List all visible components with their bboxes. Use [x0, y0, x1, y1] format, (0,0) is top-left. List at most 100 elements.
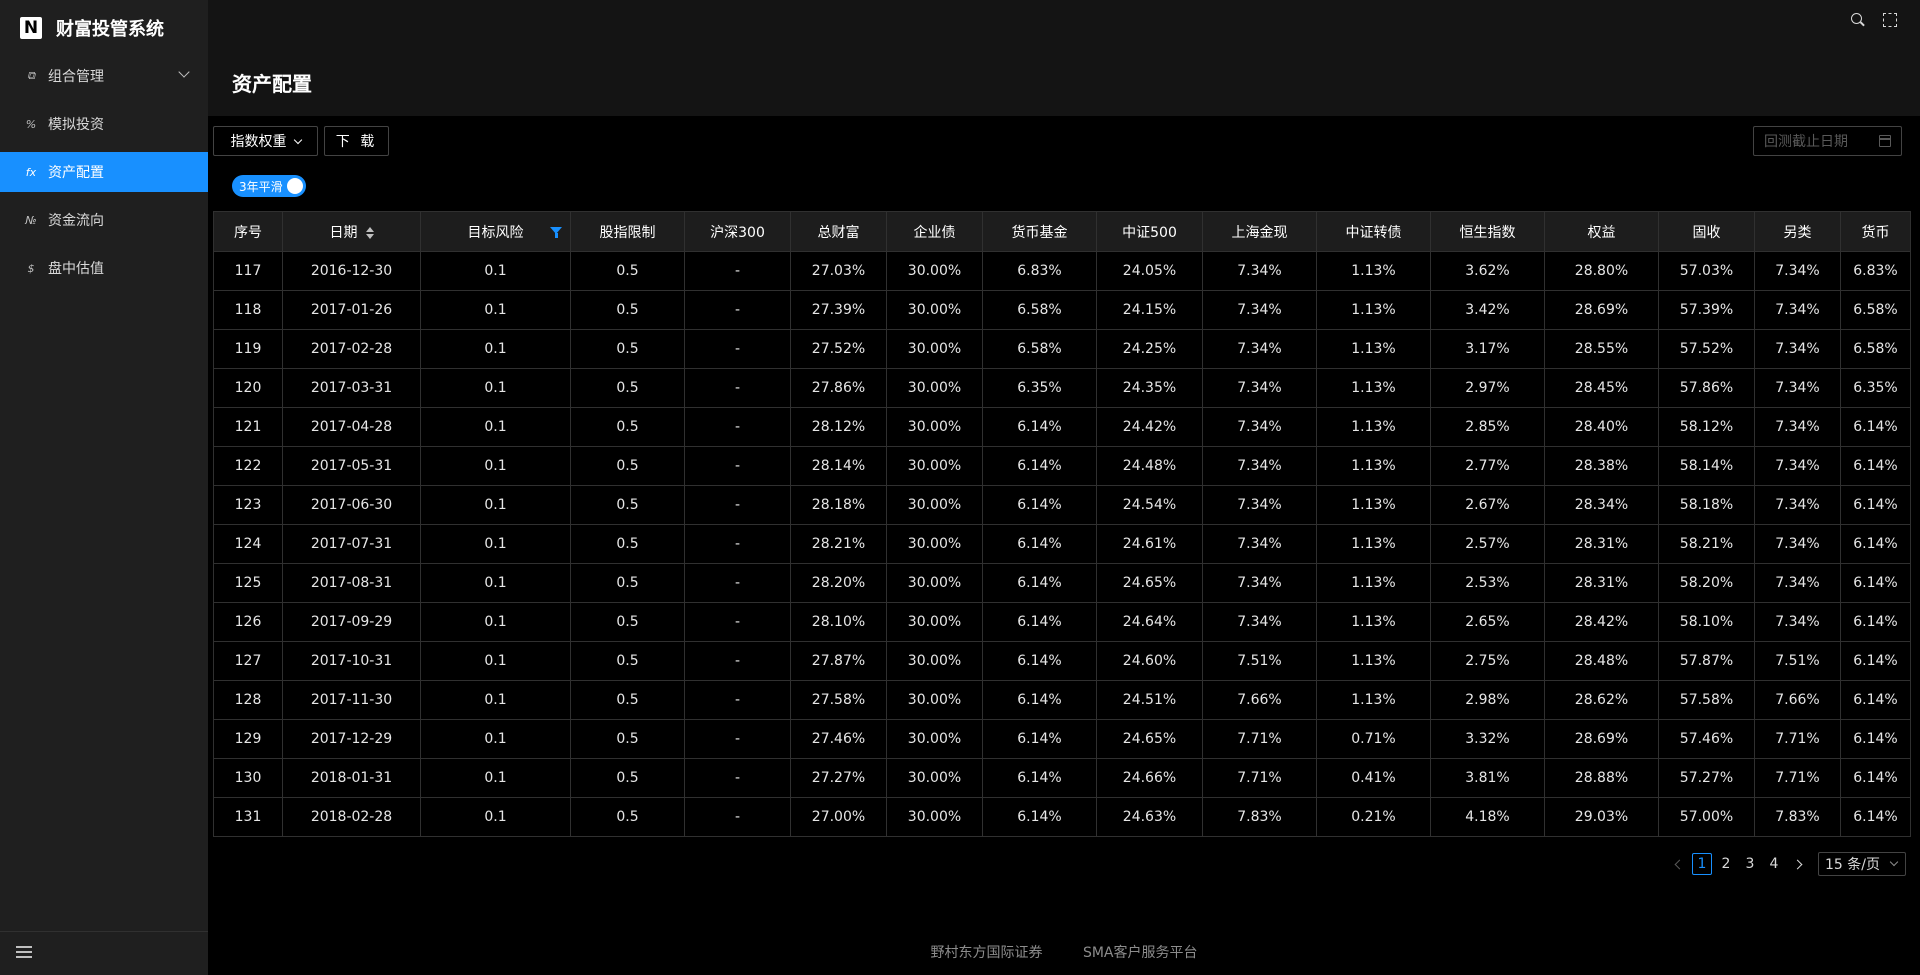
- table-cell: 0.5: [570, 719, 685, 759]
- calendar-icon: [1879, 135, 1891, 147]
- table-cell: 7.66%: [1754, 680, 1841, 720]
- page-size-select[interactable]: 15 条/页: [1818, 852, 1906, 876]
- smooth-3y-toggle[interactable]: 3年平滑: [232, 175, 306, 197]
- table-cell: 7.34%: [1754, 524, 1841, 564]
- table-cell: 24.25%: [1096, 329, 1203, 369]
- table-cell: 30.00%: [886, 524, 983, 564]
- brand: N 财富投管系统: [0, 0, 208, 56]
- index-weight-dropdown[interactable]: 指数权重: [213, 126, 318, 156]
- table-cell: 7.34%: [1202, 485, 1317, 525]
- page-number[interactable]: 1: [1692, 853, 1712, 875]
- page-number[interactable]: 4: [1764, 853, 1784, 875]
- table-cell: 7.34%: [1754, 329, 1841, 369]
- column-header[interactable]: 日期: [282, 211, 421, 252]
- table-cell: 0.1: [420, 485, 571, 525]
- table-cell: 2016-12-30: [282, 251, 421, 291]
- sidebar-item-2[interactable]: fx 资产配置: [0, 152, 208, 192]
- table-cell: 7.34%: [1754, 563, 1841, 603]
- toggle-label: 3年平滑: [239, 179, 283, 194]
- filter-icon[interactable]: [550, 227, 562, 238]
- table-row: 124 2017-07-31 0.1 0.5-28.21% 30.00% 6.14% 24.…: [213, 524, 1911, 564]
- table-row: 120 2017-03-31 0.1 0.5-27.86% 30.00% 6.35% 24.…: [213, 368, 1911, 408]
- table-cell: 122: [213, 446, 283, 486]
- chevron-down-icon: [178, 66, 190, 78]
- sidebar-item-label: 模拟投资: [48, 117, 104, 133]
- table-cell: 28.12%: [790, 407, 887, 447]
- date-placeholder: 回测截止日期: [1764, 134, 1848, 150]
- table-cell: 30.00%: [886, 329, 983, 369]
- download-button[interactable]: 下 载: [324, 126, 389, 156]
- table-cell: 0.5: [570, 563, 685, 603]
- table-cell: 30.00%: [886, 251, 983, 291]
- table-cell: 2017-06-30: [282, 485, 421, 525]
- table-cell: 7.66%: [1202, 680, 1317, 720]
- menu-fold-icon[interactable]: [16, 946, 32, 960]
- table-cell: 0.1: [420, 407, 571, 447]
- table-cell: 7.34%: [1202, 407, 1317, 447]
- table-cell: 129: [213, 719, 283, 759]
- column-header: 序号: [213, 211, 283, 252]
- table-cell: 24.66%: [1096, 758, 1203, 798]
- table-cell: 27.39%: [790, 290, 887, 330]
- column-header: 上海金现: [1202, 211, 1317, 252]
- sidebar-item-label: 盘中估值: [48, 261, 104, 277]
- sidebar-item-4[interactable]: $ 盘中估值: [0, 248, 208, 288]
- table-cell: 6.14%: [1840, 524, 1911, 564]
- table-cell: 6.58%: [982, 290, 1097, 330]
- table-cell: 0.1: [420, 368, 571, 408]
- table-row: 129 2017-12-29 0.1 0.5-27.46% 30.00% 6.14% 24.…: [213, 719, 1911, 759]
- sidebar-item-1[interactable]: % 模拟投资: [0, 104, 208, 144]
- sidebar: N 财富投管系统 ⧉ 组合管理 % 模拟投资 fx 资产配置 № 资金流向 $ 盘中估值: [0, 0, 208, 975]
- table-cell: 6.14%: [1840, 563, 1911, 603]
- table-cell: 57.86%: [1658, 368, 1755, 408]
- table-cell: 28.42%: [1544, 602, 1659, 642]
- table-cell: 118: [213, 290, 283, 330]
- page-size-value: 15 条/页: [1825, 857, 1880, 873]
- table-cell: 2.75%: [1430, 641, 1545, 681]
- fullscreen-icon[interactable]: [1882, 12, 1898, 28]
- table-cell: 7.34%: [1754, 485, 1841, 525]
- table-cell: 30.00%: [886, 290, 983, 330]
- table-cell: 24.65%: [1096, 563, 1203, 603]
- table-cell: 7.34%: [1202, 329, 1317, 369]
- table-cell: 30.00%: [886, 563, 983, 603]
- table-cell: 6.14%: [982, 446, 1097, 486]
- table-cell: 7.71%: [1202, 719, 1317, 759]
- page-number[interactable]: 2: [1716, 853, 1736, 875]
- table-cell: 2.98%: [1430, 680, 1545, 720]
- backtest-end-date-picker[interactable]: 回测截止日期: [1753, 126, 1902, 156]
- table-cell: 7.71%: [1202, 758, 1317, 798]
- table-cell: 27.52%: [790, 329, 887, 369]
- table-row: 131 2018-02-28 0.1 0.5-27.00% 30.00% 6.14% 24.…: [213, 797, 1911, 837]
- next-page-icon[interactable]: [1788, 853, 1808, 875]
- sidebar-item-label: 组合管理: [48, 69, 104, 85]
- allocation-table: 序号 日期 目标风险 股指限制 沪深300 总财富 企业债 货币基金 中证500 上海金现 中证转债…: [213, 211, 1911, 837]
- table-cell: 7.34%: [1754, 407, 1841, 447]
- prev-page-icon[interactable]: [1668, 853, 1688, 875]
- table-cell: 57.39%: [1658, 290, 1755, 330]
- table-cell: 6.14%: [1840, 719, 1911, 759]
- column-header-label: 恒生指数: [1459, 224, 1516, 241]
- sidebar-item-3[interactable]: № 资金流向: [0, 200, 208, 240]
- table-cell: 1.13%: [1316, 329, 1431, 369]
- table-cell: 7.51%: [1202, 641, 1317, 681]
- logo-icon: N: [20, 17, 42, 39]
- table-cell: 1.13%: [1316, 446, 1431, 486]
- column-header-label: 上海金现: [1231, 224, 1288, 241]
- page-number[interactable]: 3: [1740, 853, 1760, 875]
- table-cell: 6.14%: [1840, 758, 1911, 798]
- table-cell: 7.34%: [1202, 602, 1317, 642]
- column-header[interactable]: 目标风险: [420, 211, 571, 252]
- sort-icon[interactable]: [365, 226, 374, 239]
- table-cell: -: [684, 563, 791, 603]
- search-icon[interactable]: [1850, 12, 1866, 28]
- table-cell: 128: [213, 680, 283, 720]
- table-cell: 2017-01-26: [282, 290, 421, 330]
- toggle-knob: [287, 178, 303, 194]
- table-cell: 28.80%: [1544, 251, 1659, 291]
- table-header-row: 序号 日期 目标风险 股指限制 沪深300 总财富 企业债 货币基金 中证500 上海金现 中证转债…: [213, 211, 1911, 252]
- column-header-label: 货币: [1861, 224, 1890, 241]
- table-cell: 2.85%: [1430, 407, 1545, 447]
- table-cell: 27.27%: [790, 758, 887, 798]
- sidebar-item-0[interactable]: ⧉ 组合管理: [0, 56, 208, 96]
